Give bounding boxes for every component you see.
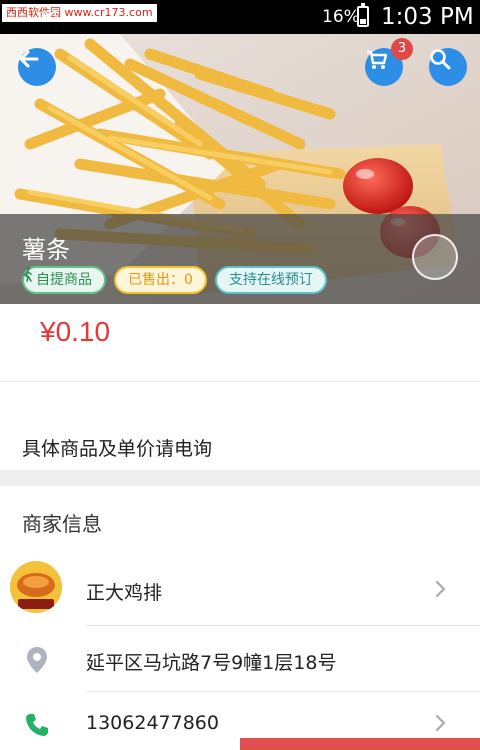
product-name: 薯条 [22,236,70,264]
note-row: 具体商品及单价请电询 [0,382,480,470]
tag-label: 自提商品 [36,272,92,288]
cart-icon [367,50,388,69]
status-bar: 西西软件园 www.cr173.com 3G 16% 1:03 PM [0,0,480,34]
tag-label: 已售出：0 [128,272,193,288]
merchant-row[interactable]: 正大鸡排 [0,556,480,626]
merchant-address: 延平区马坑路7号9幢1层18号 [86,652,337,674]
chevron-right-icon [435,580,446,598]
screen: 西西软件园 www.cr173.com 3G 16% 1:03 PM 3 薯条 … [0,0,480,750]
tag-online-booking: 支持在线预订 [214,266,327,294]
tag-label: 支持在线预订 [228,272,313,288]
walking-person-icon [23,266,32,282]
product-hero: 3 薯条 自提商品 已售出：0 支持在线预订 [0,34,480,304]
price-row: ¥0.10 [0,304,480,382]
price-note: 具体商品及单价请电询 [22,438,213,460]
product-tags: 自提商品 已售出：0 支持在线预订 [22,266,327,294]
search-icon [430,49,451,70]
chevron-right-icon [435,714,446,732]
merchant-section-title: 商家信息 [22,512,102,536]
watermark: 西西软件园 www.cr173.com [2,4,157,22]
tag-self-pickup: 自提商品 [22,266,106,294]
merchant-name: 正大鸡排 [86,582,163,604]
back-button[interactable] [18,48,56,86]
floating-action-button[interactable] [412,234,458,280]
search-button[interactable] [429,48,467,86]
clock: 1:03 PM [381,4,474,30]
arrow-left-icon [19,50,39,68]
phone-icon [26,714,48,736]
product-price: ¥0.10 [40,316,111,347]
battery-icon [357,3,369,27]
cart-button[interactable]: 3 [365,38,413,86]
signal-indicator: 3G [40,10,60,26]
tag-sold-count: 已售出：0 [114,266,207,294]
merchant-logo [10,561,62,613]
product-info-overlay: 薯条 自提商品 已售出：0 支持在线预订 [0,214,480,304]
battery-percent: 16% [322,7,360,27]
location-pin-icon [27,647,47,673]
cart-badge: 3 [391,38,413,60]
address-row[interactable]: 延平区马坑路7号9幢1层18号 [0,626,480,692]
merchant-phone: 13062477860 [86,712,219,734]
section-divider [0,470,480,486]
bottom-action-bar[interactable] [240,738,480,750]
